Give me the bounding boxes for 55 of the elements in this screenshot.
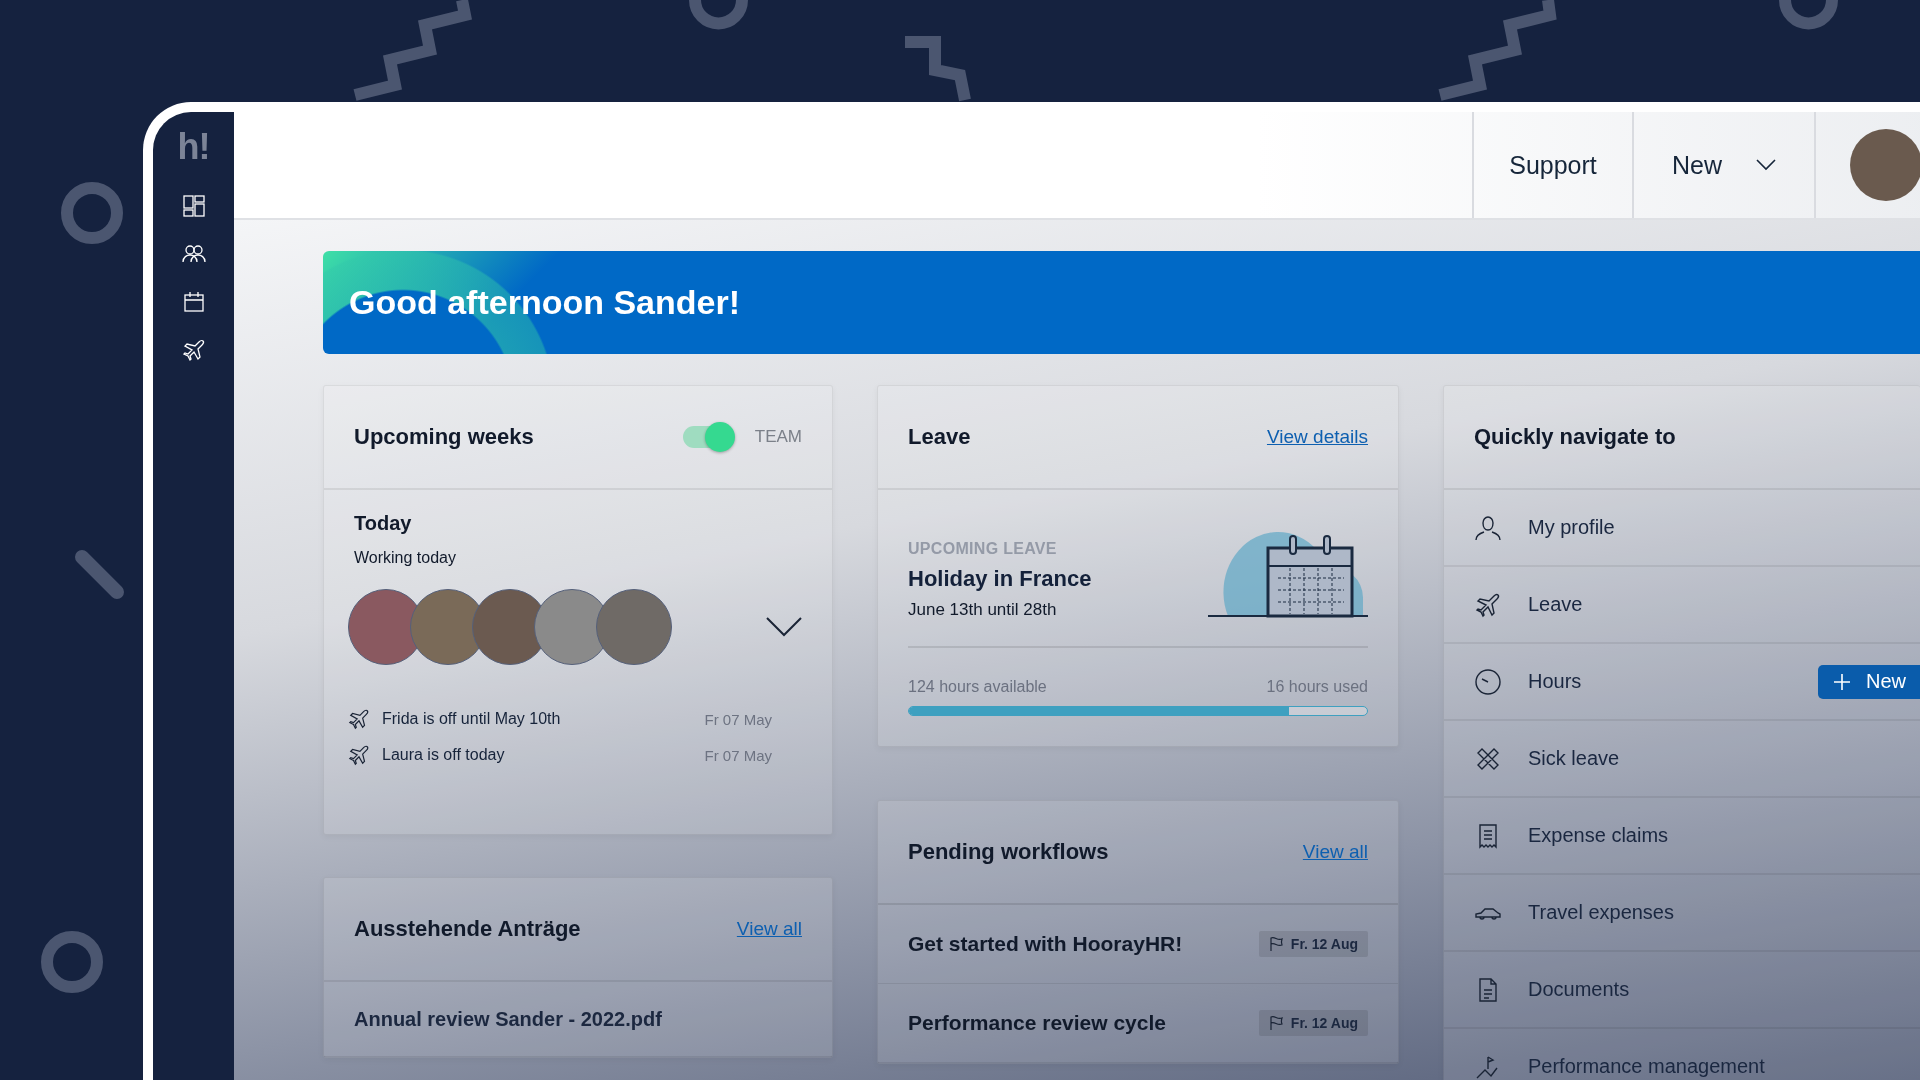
workflow-name[interactable]: Get started with HoorayHR! bbox=[908, 932, 1183, 956]
new-menu[interactable]: New bbox=[1632, 112, 1814, 218]
bar-shape bbox=[75, 550, 124, 599]
request-item[interactable]: Annual review Sander - 2022.pdf bbox=[324, 982, 832, 1057]
calendar-icon[interactable] bbox=[181, 290, 206, 314]
subtitle: Working today bbox=[354, 549, 457, 567]
chevron-down-icon[interactable] bbox=[766, 617, 802, 637]
airplane-icon bbox=[348, 744, 370, 766]
absence-text: Laura is off today bbox=[382, 746, 505, 764]
dashboard-icon[interactable] bbox=[181, 194, 206, 218]
nav-item[interactable]: Travel expenses bbox=[1528, 901, 1674, 924]
card-title: Upcoming weeks bbox=[354, 424, 534, 450]
hours-used: 16 hours used bbox=[1266, 678, 1368, 696]
ring-shape bbox=[41, 931, 103, 993]
nav-item[interactable]: Leave bbox=[1528, 593, 1583, 616]
nav-item[interactable]: Sick leave bbox=[1528, 747, 1620, 770]
chevron-down-icon bbox=[1756, 159, 1776, 171]
absence-text: Frida is off until May 10th bbox=[382, 710, 561, 728]
ring-shape bbox=[1779, 0, 1838, 30]
nav-item[interactable]: My profile bbox=[1528, 516, 1615, 539]
hours-available: 124 hours available bbox=[908, 678, 1047, 696]
card-title: Ausstehende Anträge bbox=[354, 916, 581, 942]
section-title: Today bbox=[354, 512, 413, 535]
airplane-icon bbox=[348, 708, 370, 730]
card-title: Leave bbox=[908, 424, 971, 450]
toggle-label: TEAM bbox=[754, 427, 802, 447]
flag-icon bbox=[1268, 936, 1283, 952]
person-icon bbox=[1474, 513, 1502, 542]
zigzag-shape bbox=[905, 36, 971, 102]
airplane-icon[interactable] bbox=[181, 338, 206, 362]
absence-date: Fr 07 May bbox=[704, 746, 772, 764]
logo: h! bbox=[177, 126, 210, 168]
ring-shape bbox=[61, 182, 123, 244]
avatar-stack-drawing[interactable] bbox=[348, 589, 672, 665]
flag-icon bbox=[1268, 1015, 1283, 1031]
nav-item[interactable]: Hours bbox=[1528, 670, 1582, 693]
nav-item[interactable]: Expense claims bbox=[1528, 824, 1669, 847]
absence-date: Fr 07 May bbox=[704, 710, 772, 728]
leave-title: Holiday in France bbox=[908, 566, 1092, 592]
leave-dates: June 13th until 28th bbox=[908, 600, 1058, 620]
workflow-name[interactable]: Performance review cycle bbox=[908, 1011, 1166, 1035]
view-details-link[interactable]: View details bbox=[1266, 426, 1368, 448]
nav-item[interactable]: Documents bbox=[1528, 978, 1630, 1001]
clock-icon bbox=[1474, 667, 1502, 696]
ring-shape bbox=[689, 0, 748, 30]
greeting-text: Good afternoon Sander! bbox=[349, 283, 740, 322]
card-title: Quickly navigate to bbox=[1474, 424, 1676, 450]
eyebrow-label: UPCOMING LEAVE bbox=[908, 540, 1058, 558]
card-title: Pending workflows bbox=[908, 839, 1109, 865]
nav-item[interactable]: Performance management bbox=[1528, 1055, 1765, 1078]
due-date-tag: Fr. 12 Aug bbox=[1258, 931, 1368, 957]
due-date-tag: Fr. 12 Aug bbox=[1258, 1010, 1368, 1036]
new-button[interactable]: New bbox=[1818, 664, 1920, 699]
plus-icon bbox=[1834, 673, 1850, 690]
support-link[interactable]: Support bbox=[1472, 112, 1632, 218]
